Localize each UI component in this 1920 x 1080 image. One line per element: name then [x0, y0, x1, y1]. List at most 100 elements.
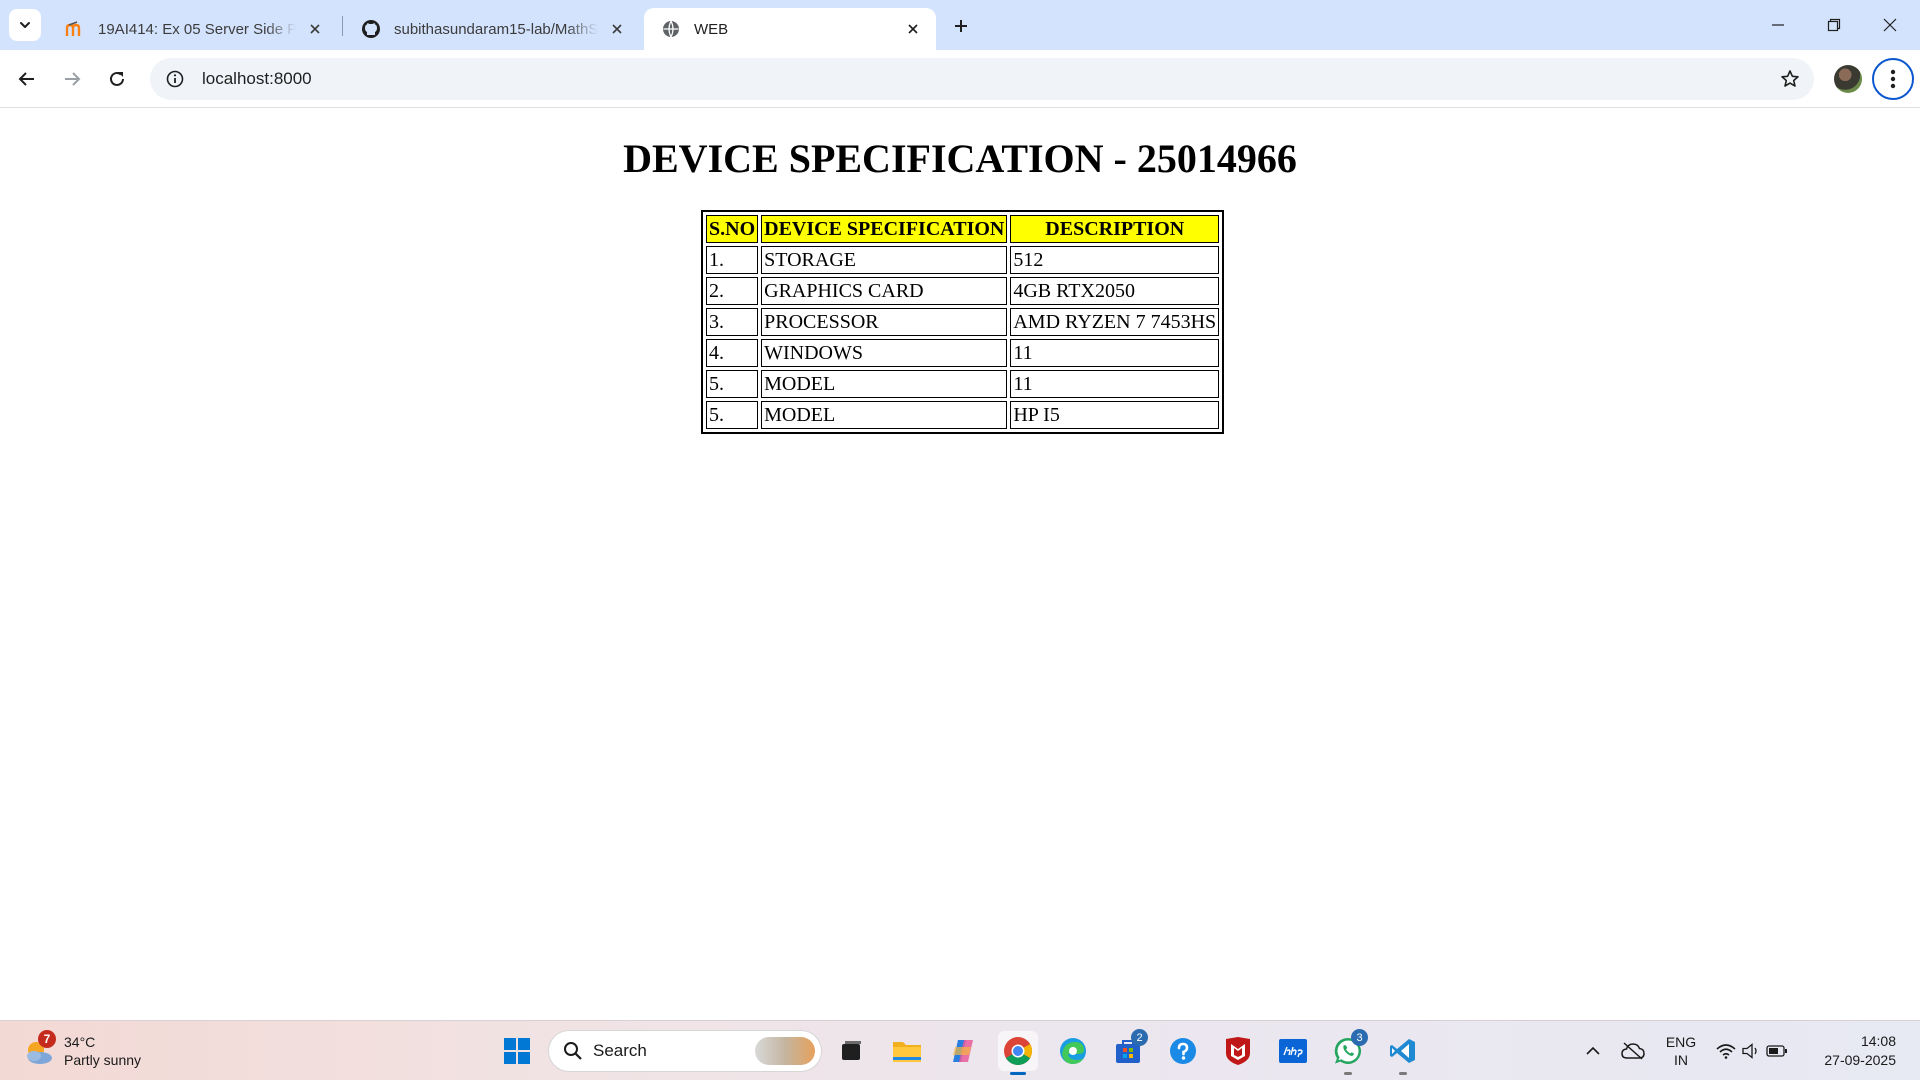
- back-button[interactable]: [9, 61, 45, 97]
- search-label: Search: [593, 1041, 647, 1060]
- tab-strip: 19AI414: Ex 05 Server Side Processing su…: [0, 0, 1920, 50]
- taskbar-microsoft-store[interactable]: 2: [1108, 1029, 1148, 1071]
- forward-button[interactable]: [54, 61, 90, 97]
- weather-condition: Partly sunny: [64, 1052, 142, 1068]
- start-button[interactable]: [497, 1031, 537, 1071]
- browser-menu-button[interactable]: [1872, 58, 1914, 100]
- tab-title: 19AI414: Ex 05 Server Side Processing: [98, 20, 296, 38]
- taskbar-whatsapp[interactable]: 3: [1328, 1029, 1368, 1075]
- table-cell: 4GB RTX2050: [1010, 277, 1220, 305]
- show-hidden-icons-button[interactable]: [1578, 1021, 1608, 1080]
- taskbar-file-explorer[interactable]: [887, 1031, 927, 1071]
- table-cell: HP I5: [1010, 401, 1220, 429]
- onedrive-status[interactable]: [1616, 1021, 1650, 1080]
- close-icon[interactable]: [304, 18, 326, 40]
- active-app-indicator: [1010, 1072, 1026, 1075]
- language-code: ENG: [1665, 1034, 1697, 1050]
- arrow-right-icon: [65, 72, 81, 86]
- language-indicator[interactable]: ENG IN: [1656, 1021, 1706, 1080]
- profile-avatar[interactable]: [1834, 65, 1862, 93]
- clock-date: 27-09-2025: [1824, 1052, 1896, 1068]
- tab-web[interactable]: WEB: [644, 8, 936, 50]
- taskbar-copilot[interactable]: [943, 1031, 983, 1071]
- new-tab-button[interactable]: [945, 10, 977, 42]
- battery-icon: [1766, 1045, 1787, 1057]
- star-icon[interactable]: [1778, 67, 1802, 91]
- cloud-off-icon: [1621, 1042, 1645, 1060]
- page-content: DEVICE SPECIFICATION - 25014966 S.NO DEV…: [0, 109, 1920, 1020]
- weather-widget[interactable]: 7 34°C Partly sunny: [22, 1029, 141, 1073]
- column-header: S.NO: [706, 215, 759, 243]
- copilot-icon: [953, 1040, 973, 1062]
- quick-settings[interactable]: [1714, 1021, 1790, 1080]
- open-app-indicator: [1344, 1072, 1352, 1075]
- table-cell: 11: [1010, 370, 1220, 398]
- table-cell: 5.: [706, 401, 759, 429]
- minimize-button[interactable]: [1750, 0, 1806, 50]
- close-icon: [1883, 18, 1897, 32]
- taskbar-chrome[interactable]: [998, 1031, 1038, 1075]
- chevron-down-icon: [20, 22, 30, 28]
- weather-temperature: 34°C: [64, 1034, 96, 1050]
- taskbar-search[interactable]: Search: [548, 1030, 822, 1072]
- tab-title: subithasundaram15-lab/MathServer: [394, 20, 598, 38]
- table-row: 1. STORAGE 512: [706, 246, 1220, 274]
- taskbar-help[interactable]: [1163, 1031, 1203, 1071]
- myhp-icon: [1279, 1039, 1307, 1063]
- notification-badge: 2: [1131, 1029, 1148, 1046]
- table-cell: 3.: [706, 308, 759, 336]
- taskbar-edge[interactable]: [1053, 1031, 1093, 1071]
- weather-alert-badge: 7: [38, 1030, 56, 1048]
- table-row: 4. WINDOWS 11: [706, 339, 1220, 367]
- clock[interactable]: 14:08 27-09-2025: [1800, 1021, 1896, 1080]
- search-icon: [564, 1042, 582, 1060]
- notification-badge: 3: [1351, 1029, 1368, 1046]
- tab-search-button[interactable]: [9, 9, 41, 41]
- page-title: DEVICE SPECIFICATION - 25014966: [623, 136, 1297, 181]
- table-cell: MODEL: [761, 370, 1008, 398]
- spec-table: S.NO DEVICE SPECIFICATION DESCRIPTION 1.…: [701, 210, 1225, 434]
- arrow-left-icon: [18, 72, 34, 86]
- table-cell: 1.: [706, 246, 759, 274]
- table-row: 2. GRAPHICS CARD 4GB RTX2050: [706, 277, 1220, 305]
- table-row: 5. MODEL HP I5: [706, 401, 1220, 429]
- tab-separator: [342, 16, 343, 36]
- table-cell: GRAPHICS CARD: [761, 277, 1008, 305]
- address-bar[interactable]: localhost:8000: [150, 58, 1814, 100]
- chevron-up-icon: [1586, 1046, 1600, 1055]
- info-icon[interactable]: [154, 58, 196, 100]
- close-window-button[interactable]: [1862, 0, 1918, 50]
- start-icon: [504, 1038, 530, 1064]
- taskbar-vscode[interactable]: [1383, 1031, 1423, 1075]
- table-cell: 5.: [706, 370, 759, 398]
- table-cell: 2.: [706, 277, 759, 305]
- globe-icon: [660, 18, 682, 40]
- close-icon[interactable]: [902, 18, 924, 40]
- mcafee-icon: [1226, 1037, 1250, 1065]
- reload-button[interactable]: [99, 61, 135, 97]
- table-cell: MODEL: [761, 401, 1008, 429]
- restore-button[interactable]: [1806, 0, 1862, 50]
- close-icon[interactable]: [606, 18, 628, 40]
- table-cell: 512: [1010, 246, 1220, 274]
- tab-github[interactable]: subithasundaram15-lab/MathServer: [344, 8, 640, 50]
- wifi-icon: [1716, 1044, 1736, 1059]
- taskbar-mcafee[interactable]: [1218, 1031, 1258, 1071]
- github-icon: [360, 18, 382, 40]
- search-highlight-icon: [755, 1037, 815, 1065]
- moodle-icon: [64, 18, 86, 40]
- tab-moodle[interactable]: 19AI414: Ex 05 Server Side Processing: [48, 8, 338, 50]
- taskbar-myhp[interactable]: [1273, 1031, 1313, 1071]
- taskbar-task-view[interactable]: [831, 1031, 871, 1071]
- browser-toolbar: localhost:8000: [0, 50, 1920, 108]
- column-header: DEVICE SPECIFICATION: [761, 215, 1008, 243]
- clock-time: 14:08: [1860, 1033, 1896, 1049]
- partly-sunny-icon: 7: [22, 1030, 56, 1066]
- file-explorer-icon: [893, 1042, 921, 1062]
- help-icon: [1170, 1038, 1196, 1064]
- plus-icon: [955, 20, 967, 32]
- table-cell: AMD RYZEN 7 7453HS: [1010, 308, 1220, 336]
- minimize-icon: [1772, 24, 1784, 26]
- tab-title: WEB: [694, 20, 729, 38]
- url-text[interactable]: localhost:8000: [202, 69, 312, 89]
